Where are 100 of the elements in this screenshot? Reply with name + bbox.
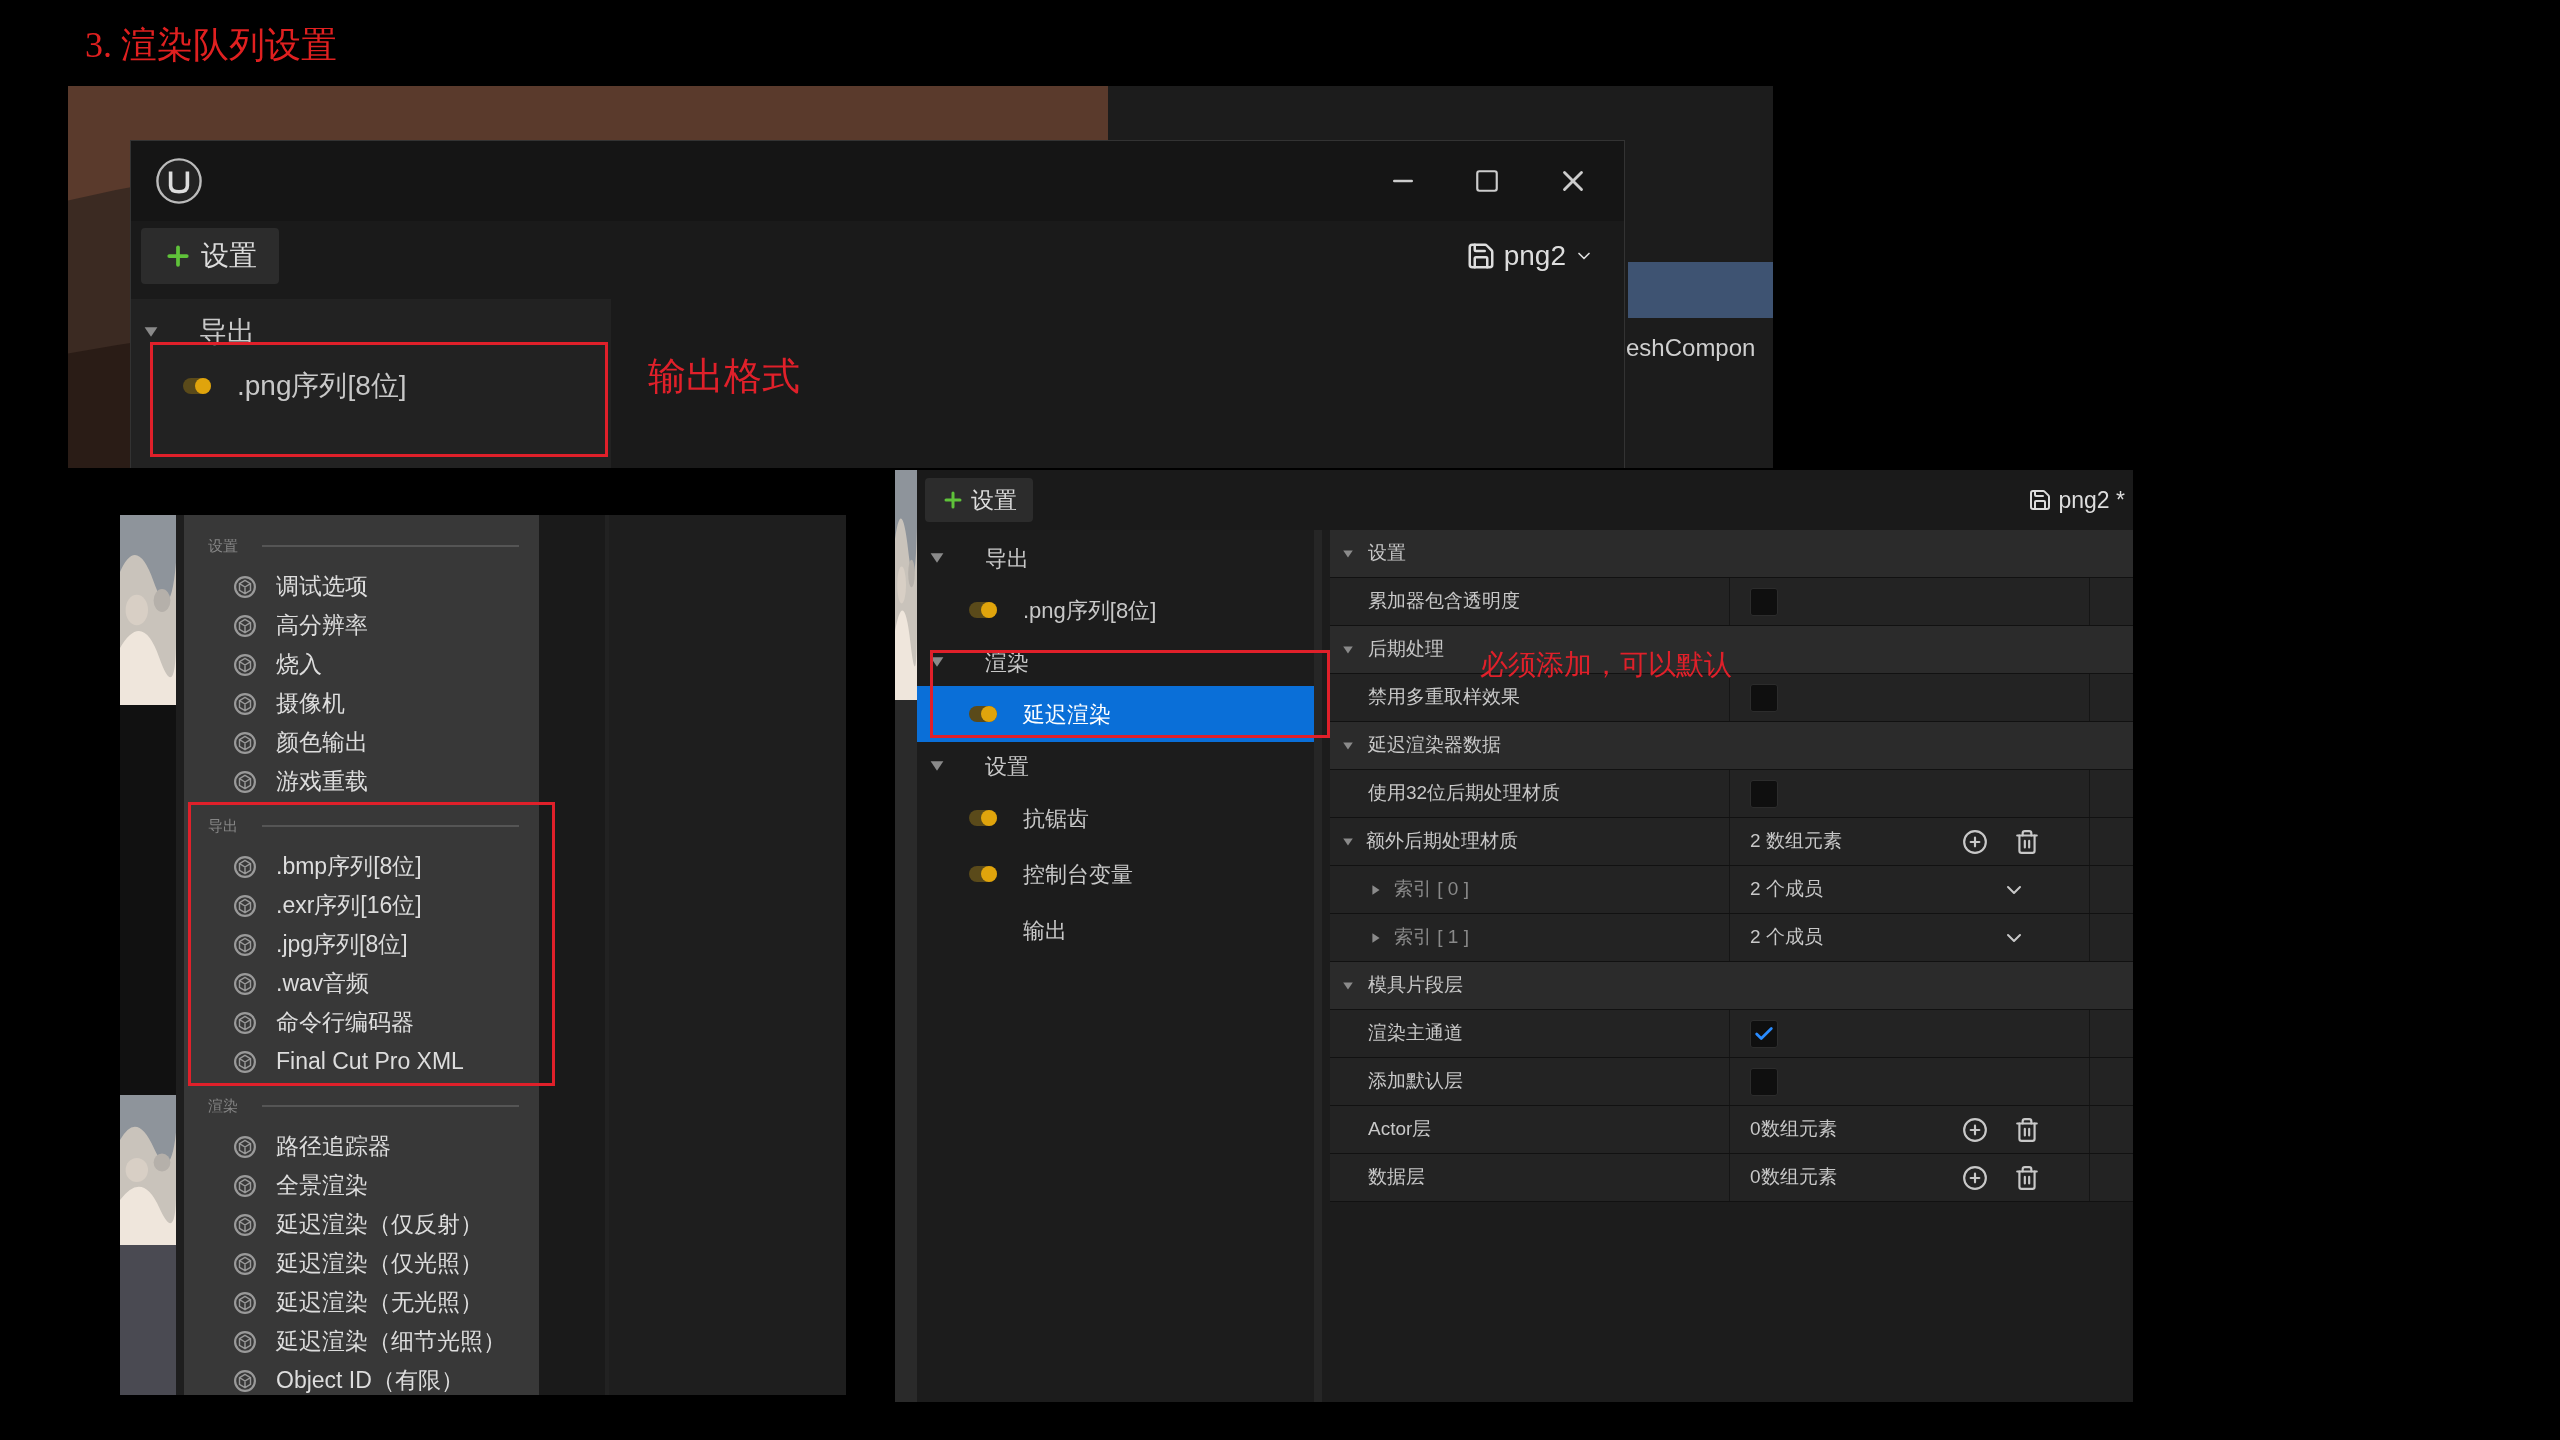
preset-dropdown[interactable]: png2 [1465, 235, 1594, 277]
property-label: 索引 [ 1 ] [1394, 925, 1469, 950]
cube-icon [234, 855, 256, 878]
category-header[interactable]: 延迟渲染器数据 [1368, 731, 1501, 760]
menu-item[interactable]: .bmp序列[8位] [208, 847, 519, 886]
toggle-switch[interactable] [183, 378, 211, 394]
tree-group-label[interactable]: 渲染 [985, 645, 1029, 679]
menu-item[interactable]: 颜色输出 [208, 723, 519, 762]
property-value: 2 数组元素 [1750, 829, 1843, 854]
category-header[interactable]: 模具片段层 [1368, 971, 1463, 1000]
behind-label: eshCompon [1626, 333, 1756, 363]
cube-icon [234, 614, 256, 637]
tree-item[interactable]: 延迟渲染 [917, 686, 1314, 742]
save-icon [2028, 488, 2053, 512]
menu-section-header: 导出 [208, 815, 238, 836]
menu-item[interactable]: 高分辨率 [208, 606, 519, 645]
menu-item[interactable]: 烧入 [208, 645, 519, 684]
property-value: 0数组元素 [1750, 1165, 1838, 1190]
cube-icon [234, 653, 256, 676]
cube-icon [234, 770, 256, 793]
cube-icon [234, 933, 256, 956]
property-value: 2 个成员 [1750, 877, 1824, 902]
cube-icon [234, 894, 256, 917]
cube-icon [234, 972, 256, 995]
add-settings-button[interactable]: 设置 [925, 478, 1033, 522]
category-header[interactable]: 后期处理 [1368, 635, 1444, 664]
menu-item[interactable]: 全景渲染 [208, 1166, 519, 1205]
cube-icon [234, 575, 256, 598]
menu-item[interactable]: 延迟渲染（仅光照） [208, 1244, 519, 1283]
tree-group-label[interactable]: 设置 [985, 749, 1029, 783]
collapsed-triangle-icon[interactable] [1370, 931, 1382, 944]
preset-dropdown[interactable]: png2 * [2028, 482, 2125, 518]
expand-triangle-icon[interactable] [1342, 835, 1354, 848]
property-label: 添加默认层 [1368, 1069, 1463, 1094]
cube-icon [234, 1291, 256, 1314]
property-label: 额外后期处理材质 [1366, 829, 1518, 854]
expand-triangle-icon[interactable] [1342, 979, 1354, 992]
cube-icon [234, 1252, 256, 1275]
toggle-switch[interactable] [969, 706, 997, 722]
property-label: Actor层 [1368, 1117, 1432, 1142]
menu-item[interactable]: 延迟渲染（细节光照） [208, 1322, 519, 1361]
property-label: 索引 [ 0 ] [1394, 877, 1469, 902]
maximize-icon[interactable] [1474, 168, 1500, 194]
tree-item[interactable]: 输出 [917, 902, 1314, 958]
add-icon[interactable] [1962, 828, 1988, 855]
menu-section-header: 设置 [208, 535, 238, 556]
toggle-switch[interactable] [969, 602, 997, 618]
property-label: 渲染主通道 [1368, 1021, 1463, 1046]
tree-item[interactable]: .png序列[8位] [131, 357, 611, 415]
tree-item[interactable]: 控制台变量 [917, 846, 1314, 902]
checkbox[interactable] [1750, 779, 1778, 808]
tree-group-label[interactable]: 导出 [985, 541, 1029, 575]
menu-item[interactable]: 游戏重载 [208, 762, 519, 801]
trash-icon[interactable] [2014, 828, 2040, 855]
logo-icon [155, 157, 203, 205]
menu-item[interactable]: 路径追踪器 [208, 1127, 519, 1166]
cube-icon [234, 1369, 256, 1392]
cube-icon [234, 1135, 256, 1158]
add-icon[interactable] [1962, 1116, 1988, 1143]
toggle-switch[interactable] [969, 810, 997, 826]
cube-icon [234, 1174, 256, 1197]
checkbox[interactable] [1750, 683, 1778, 712]
menu-item[interactable]: .exr序列[16位] [208, 886, 519, 925]
menu-item[interactable]: .wav音频 [208, 964, 519, 1003]
expand-triangle-icon[interactable] [1342, 547, 1354, 560]
expand-triangle-icon[interactable] [1342, 643, 1354, 656]
trash-icon[interactable] [2014, 1116, 2040, 1143]
property-label: 使用32位后期处理材质 [1368, 781, 1561, 806]
menu-item[interactable]: Object ID（有限） [208, 1361, 519, 1395]
menu-item[interactable]: 摄像机 [208, 684, 519, 723]
cube-icon [234, 1011, 256, 1034]
category-header[interactable]: 设置 [1368, 539, 1406, 568]
tree-item[interactable]: .png序列[8位] [917, 582, 1314, 638]
cube-icon [234, 1330, 256, 1353]
add-icon[interactable] [1962, 1164, 1988, 1191]
property-value: 2 个成员 [1750, 925, 1824, 950]
expand-triangle-icon[interactable] [1342, 739, 1354, 752]
cube-icon [234, 692, 256, 715]
property-label: 数据层 [1368, 1165, 1425, 1190]
cube-icon [234, 1050, 256, 1073]
menu-item[interactable]: 命令行编码器 [208, 1003, 519, 1042]
annotation-text: 输出格式 [648, 354, 800, 399]
tree-item[interactable]: 抗锯齿 [917, 790, 1314, 846]
collapsed-triangle-icon[interactable] [1370, 883, 1382, 896]
property-value: 0数组元素 [1750, 1117, 1838, 1142]
menu-item[interactable]: Final Cut Pro XML [208, 1042, 519, 1081]
menu-item[interactable]: .jpg序列[8位] [208, 925, 519, 964]
cube-icon [234, 731, 256, 754]
menu-section-header: 渲染 [208, 1095, 238, 1116]
menu-item[interactable]: 延迟渲染（无光照） [208, 1283, 519, 1322]
trash-icon[interactable] [2014, 1164, 2040, 1191]
checkbox[interactable] [1750, 1067, 1778, 1096]
menu-item[interactable]: 延迟渲染（仅反射） [208, 1205, 519, 1244]
menu-item[interactable]: 调试选项 [208, 567, 519, 606]
checkbox[interactable] [1750, 1019, 1778, 1048]
property-label: 累加器包含透明度 [1368, 589, 1520, 614]
cube-icon [234, 1213, 256, 1236]
checkbox[interactable] [1750, 587, 1778, 616]
toggle-switch[interactable] [969, 866, 997, 882]
add-settings-button[interactable]: 设置 [141, 228, 279, 284]
